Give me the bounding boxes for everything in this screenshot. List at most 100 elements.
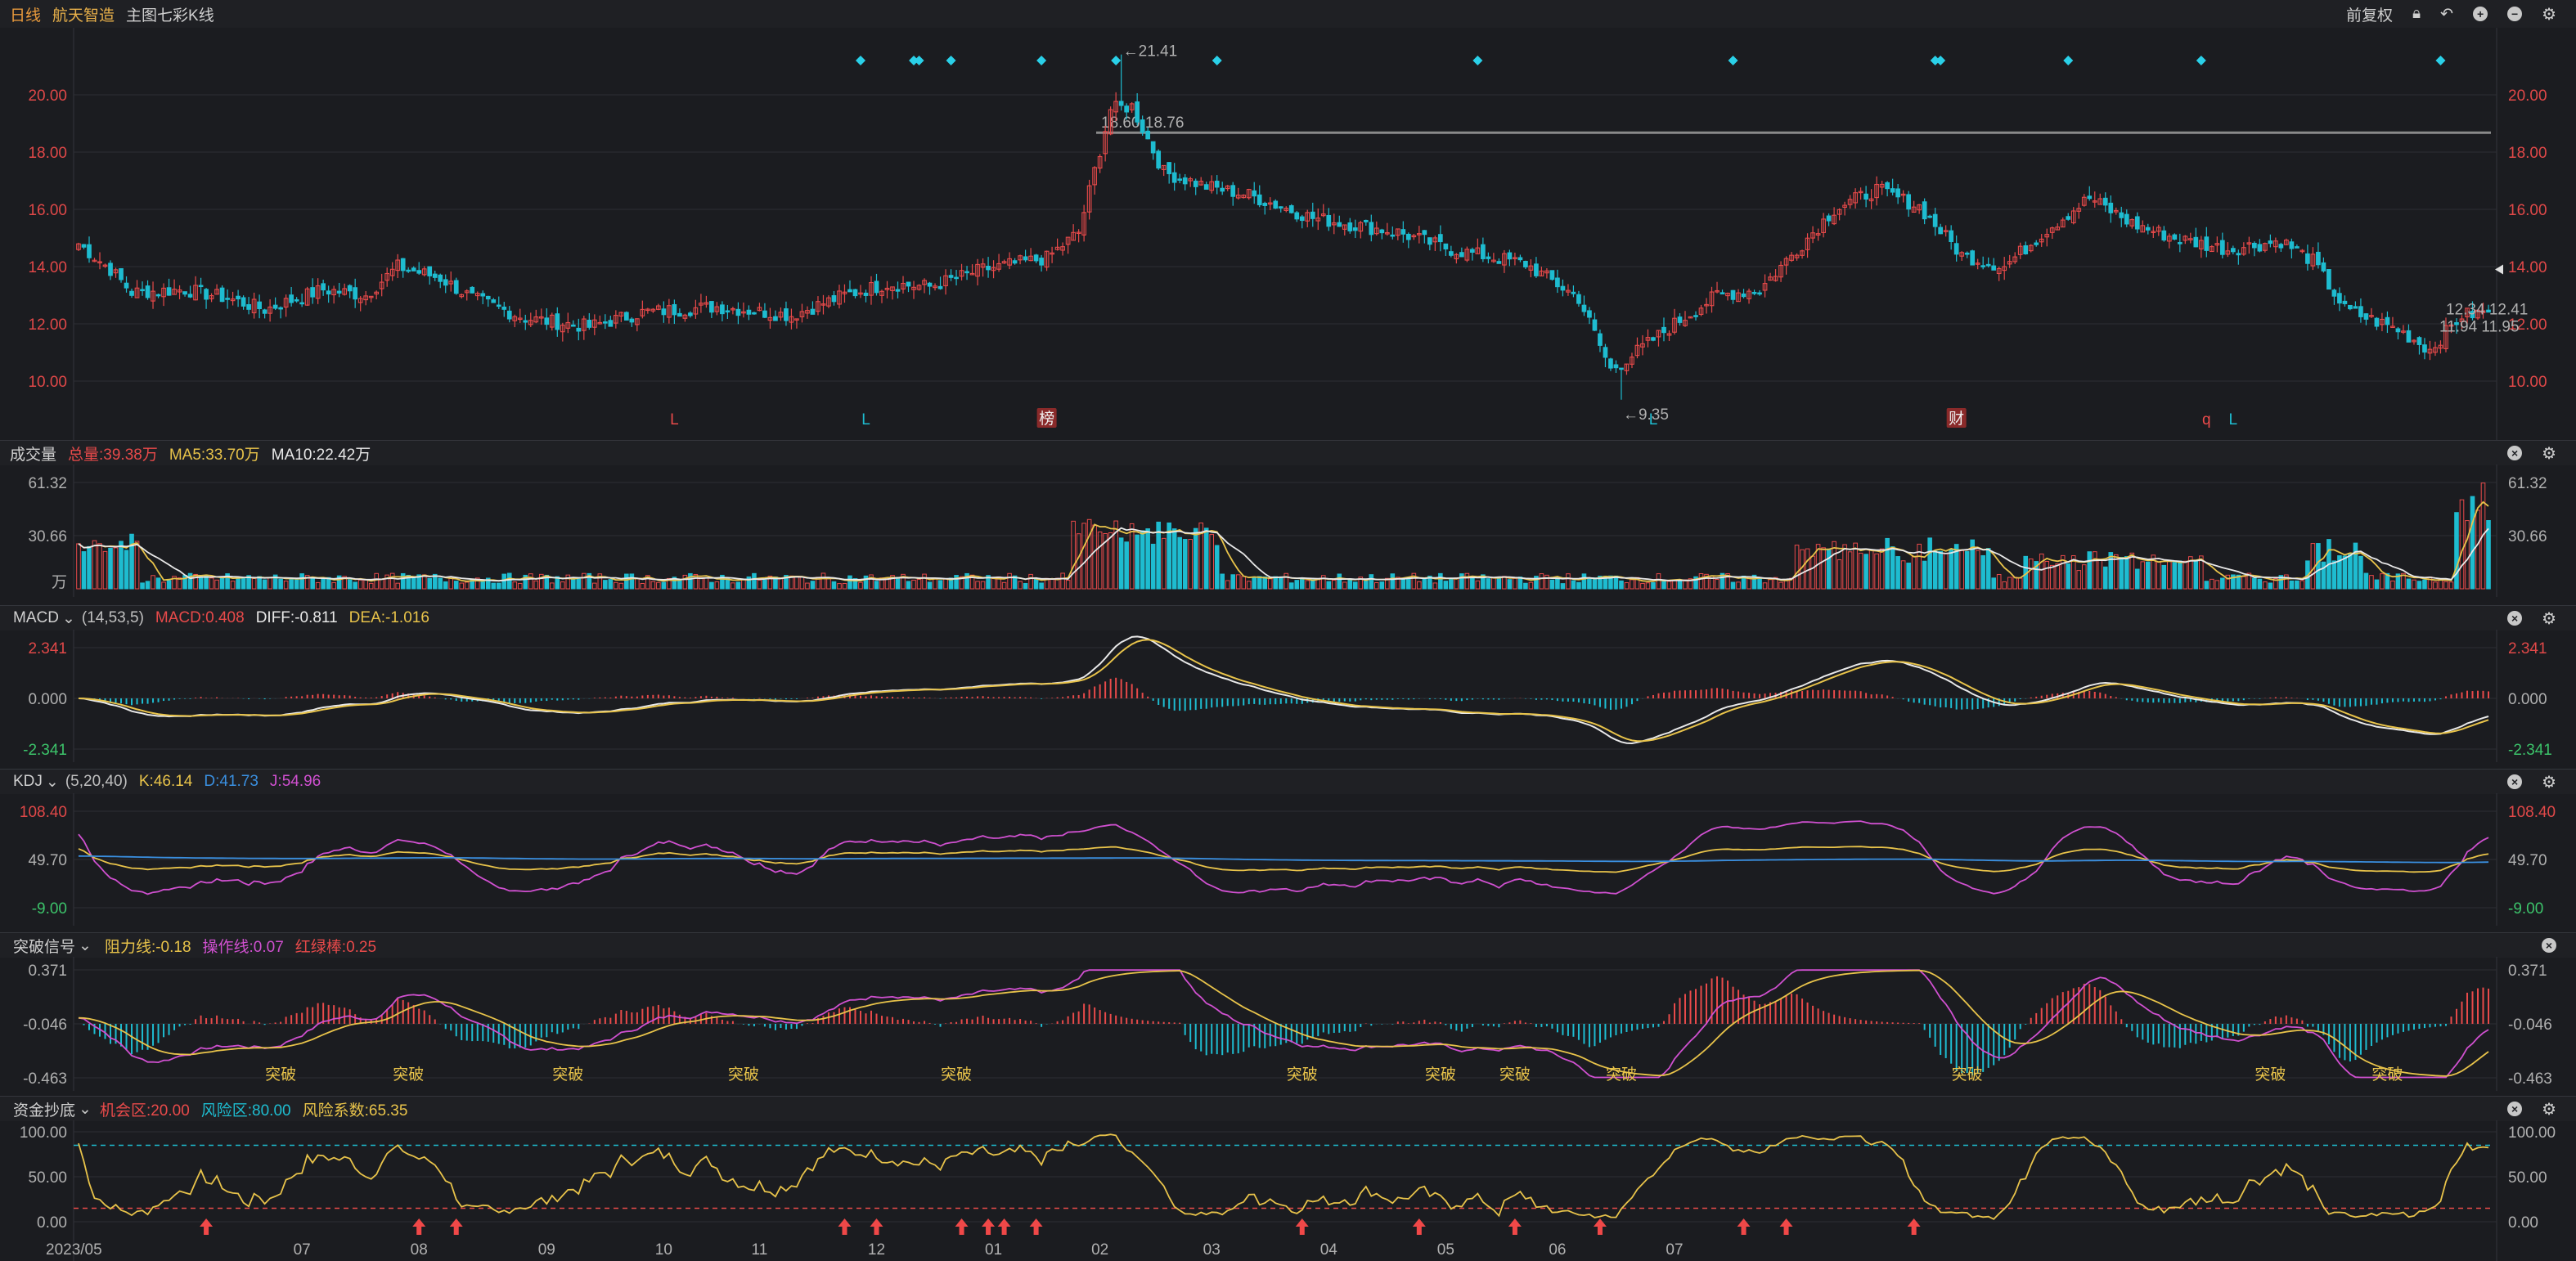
macd-settings-icon[interactable]: ⚙ [2542, 608, 2556, 629]
candle-body [501, 306, 507, 310]
candle-body [1970, 250, 1976, 266]
close-macd-icon[interactable]: × [2507, 611, 2523, 626]
candle-body [257, 301, 262, 310]
volume-bar [464, 581, 470, 590]
settings-gear-icon[interactable]: ⚙ [2542, 4, 2556, 25]
volume-bar [448, 577, 454, 590]
candle-body [1262, 203, 1268, 206]
volume-bar [2331, 560, 2337, 590]
volume-bar [310, 577, 315, 590]
candle-body [2295, 246, 2300, 249]
chevron-down-icon[interactable]: ⌄ [46, 773, 59, 792]
close-kdj-icon[interactable]: × [2507, 774, 2523, 789]
kdj-settings-icon[interactable]: ⚙ [2542, 772, 2556, 792]
candle-body [1145, 130, 1151, 140]
fund-title[interactable]: 资金抄底 [13, 1098, 75, 1120]
fund-settings-icon[interactable]: ⚙ [2542, 1099, 2556, 1120]
kdj-title[interactable]: KDJ [13, 773, 43, 791]
volume-bar [1985, 548, 1991, 590]
candle-body [1156, 150, 1162, 169]
chevron-down-icon[interactable]: ⌄ [79, 1100, 92, 1119]
volume-bar [1257, 576, 1262, 590]
event-diamond-marker [946, 56, 956, 65]
breakout-signal-label: 突破 [1606, 1066, 1637, 1084]
candle-body [863, 292, 869, 296]
volume-bar [491, 582, 497, 590]
volume-bar [1454, 577, 1459, 590]
candle-body [1603, 347, 1608, 358]
volume-bar [927, 581, 933, 590]
close-breakout-icon[interactable]: × [2542, 938, 2556, 953]
volume-bar [624, 573, 629, 590]
volume-title[interactable]: 成交量 [10, 442, 56, 464]
candle-body [1443, 243, 1449, 249]
volume-bar [2134, 568, 2140, 590]
volume-bar [2448, 581, 2454, 590]
candle-body [1369, 222, 1374, 236]
lock-icon[interactable]: 🔒︎ [2412, 5, 2421, 23]
volume-bar [2374, 579, 2380, 590]
fund-chart[interactable]: 100.00 100.00 50.00 50.00 0.00 0.00 2023/05 07 0… [0, 1120, 2576, 1261]
candle-body [1661, 326, 1666, 334]
undo-icon[interactable]: ↶ [2440, 5, 2453, 24]
volume-bar [2049, 564, 2055, 590]
x-axis-date-label: 02 [1091, 1241, 1108, 1259]
volume-bar [2416, 581, 2422, 590]
volume-bar [1262, 576, 1268, 590]
candle-body [2204, 236, 2210, 251]
candle-body [948, 275, 954, 278]
macd-chart[interactable]: 2.341 2.341 0.000 0.000 -2.341 -2.341 [0, 630, 2576, 762]
x-axis-date-label: 09 [538, 1241, 555, 1259]
volume-settings-icon[interactable]: ⚙ [2542, 443, 2556, 464]
chevron-down-icon[interactable]: ⌄ [62, 609, 75, 628]
candle-body [400, 258, 406, 271]
restore-option[interactable]: 前复权 [2346, 3, 2393, 25]
volume-bar [496, 582, 501, 590]
volume-bar [1762, 582, 1768, 590]
volume-bar [1975, 550, 1980, 590]
breakout-title[interactable]: 突破信号 [13, 935, 75, 957]
price-tick-right: 14.00 [2508, 259, 2547, 276]
macd-diff: DIFF:-0.811 [255, 609, 338, 626]
volume-bar [357, 579, 363, 590]
volume-bar [2443, 581, 2448, 590]
volume-bar [368, 582, 374, 590]
candle-body [1193, 180, 1198, 187]
volume-bar [2193, 559, 2199, 590]
candle-body [2326, 269, 2331, 290]
volume-bar [2012, 577, 2018, 590]
buy-arrow-icon [449, 1218, 463, 1235]
fund-header: 资金抄底 ⌄ 机会区:20.00 风险区:80.00 风险系数:65.35 × ⚙ [0, 1096, 2576, 1121]
volume-bar [2454, 512, 2459, 590]
macd-params[interactable]: (14,53,5) [82, 609, 144, 627]
volume-bar [1342, 581, 1347, 590]
close-volume-icon[interactable]: × [2507, 446, 2523, 460]
buy-arrow-icon [1029, 1218, 1043, 1235]
volume-bar [379, 578, 384, 590]
breakout-chart[interactable]: 0.371 0.371 -0.046 -0.046 -0.463 -0.463 突破 突破 突破… [0, 957, 2576, 1091]
candle-body [608, 320, 614, 327]
breakout-tick-right: 0.371 [2508, 963, 2547, 980]
x-axis-date-label: 2023/05 [46, 1241, 102, 1259]
volume-chart[interactable]: 61.32 30.66 61.32 30.66 万 [0, 464, 2576, 597]
volume-bar [1182, 539, 1188, 590]
close-fund-icon[interactable]: × [2507, 1102, 2523, 1116]
zoom-in-icon[interactable]: + [2473, 7, 2488, 21]
kdj-chart[interactable]: 108.40 108.40 49.70 49.70 -9.00 -9.00 [0, 793, 2576, 926]
main-indicator-label[interactable]: 主图七彩K线 [126, 3, 214, 25]
period-label[interactable]: 日线 [10, 3, 41, 25]
kdj-params[interactable]: (5,20,40) [65, 773, 128, 791]
volume-bar [895, 577, 901, 590]
volume-bar [1443, 581, 1449, 590]
x-axis-date-label: 08 [411, 1241, 428, 1259]
volume-bar [2002, 581, 2007, 590]
zoom-out-icon[interactable]: − [2507, 7, 2523, 21]
main-kline-chart[interactable]: 20.00 20.00 18.00 18.00 16.00 16.00 14.00 14.00… [0, 28, 2576, 440]
candle-body [443, 279, 448, 286]
macd-title[interactable]: MACD [13, 609, 59, 627]
volume-bar [1118, 537, 1124, 590]
stock-name[interactable]: 航天智造 [52, 3, 115, 25]
volume-bar [933, 577, 937, 590]
chevron-down-icon[interactable]: ⌄ [79, 936, 92, 955]
volume-panel: 61.32 30.66 61.32 30.66 万 [0, 464, 2576, 597]
